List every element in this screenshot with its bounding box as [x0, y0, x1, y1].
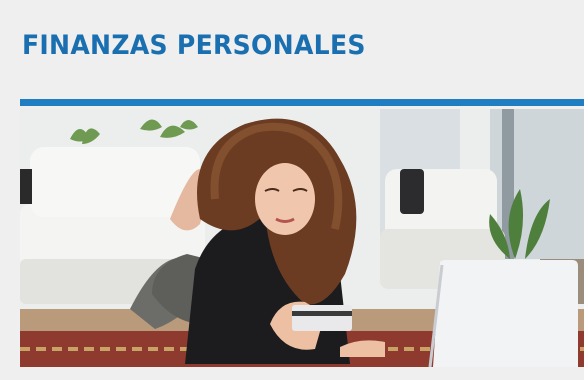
credit-card — [292, 305, 352, 331]
section-title: FINANZAS PERSONALES — [22, 30, 366, 61]
laptop-icon — [428, 260, 578, 367]
title-divider — [20, 99, 584, 106]
article-photo[interactable] — [20, 109, 584, 367]
